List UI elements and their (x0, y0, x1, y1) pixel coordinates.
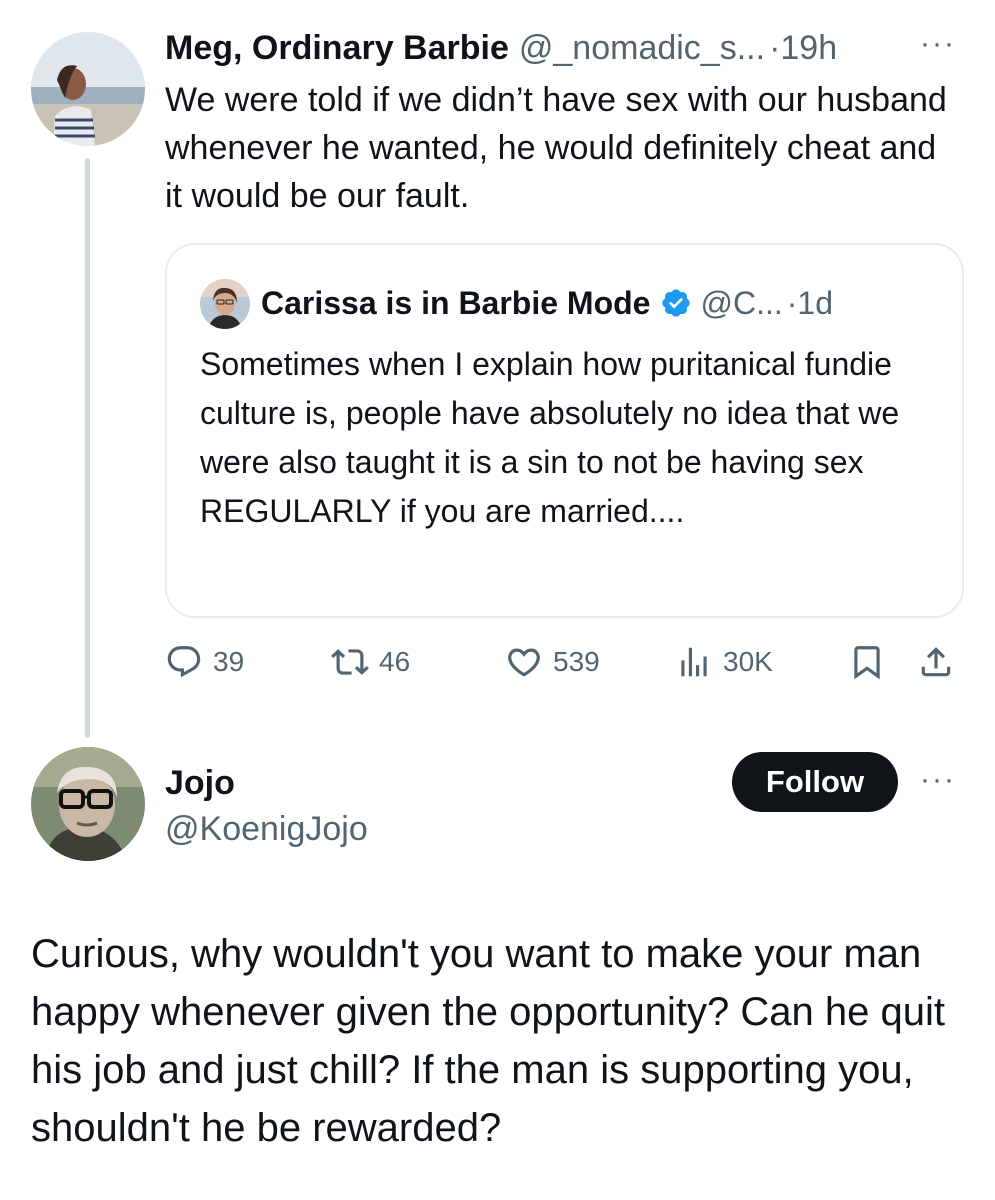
views-count: 30K (723, 646, 773, 677)
quote-author-name: Carissa is in Barbie Mode (261, 285, 651, 321)
tweet-thread: Meg, Ordinary Barbie @_nomadic_s... · 19… (0, 0, 995, 1200)
like-button[interactable]: 539 (505, 640, 600, 684)
tweet-time[interactable]: 19h (780, 28, 837, 68)
like-icon (508, 648, 540, 677)
retweet-count: 46 (379, 646, 411, 677)
thread-line (85, 158, 90, 738)
reply-button[interactable]: 39 (165, 640, 244, 684)
quote-time: 1d (797, 285, 833, 321)
quoted-tweet[interactable]: Carissa is in Barbie Mode @C... · 1d Som… (165, 243, 964, 618)
avatar[interactable] (31, 747, 145, 861)
share-icon (921, 647, 951, 677)
reply-count: 39 (213, 646, 245, 677)
bookmark-button[interactable] (848, 640, 886, 684)
more-icon[interactable]: ··· (920, 29, 956, 59)
reply-author-name[interactable]: Jojo (165, 763, 235, 803)
avatar (200, 279, 250, 329)
quote-text: Sometimes when I explain how puritanical… (200, 346, 900, 529)
reply-icon (167, 646, 201, 678)
verified-badge-icon (660, 287, 692, 319)
tweet-text: We were told if we didn’t have sex with … (165, 81, 947, 215)
separator-dot: · (769, 29, 781, 67)
reply-author-handle[interactable]: @KoenigJojo (165, 809, 368, 849)
author-handle[interactable]: @_nomadic_s... (519, 28, 765, 68)
views-icon (681, 647, 707, 677)
avatar[interactable] (31, 32, 145, 146)
retweet-icon (331, 649, 369, 675)
reply-text: Curious, why wouldn't you want to make y… (31, 932, 945, 1150)
tweet-header: Meg, Ordinary Barbie @_nomadic_s... · 19… (165, 28, 965, 68)
tweet-actions: 39 46 539 30K (165, 640, 965, 684)
separator-dot: · (786, 285, 798, 321)
retweet-button[interactable]: 46 (331, 640, 410, 684)
follow-button[interactable]: Follow (732, 752, 898, 812)
quote-header: Carissa is in Barbie Mode @C... · 1d (261, 283, 961, 323)
author-name[interactable]: Meg, Ordinary Barbie (165, 28, 509, 68)
quote-author-handle: @C... (700, 285, 783, 321)
more-icon[interactable]: ··· (920, 765, 956, 795)
views-button[interactable]: 30K (675, 640, 773, 684)
share-button[interactable] (917, 640, 955, 684)
bookmark-icon (854, 646, 880, 680)
like-count: 539 (553, 646, 600, 677)
